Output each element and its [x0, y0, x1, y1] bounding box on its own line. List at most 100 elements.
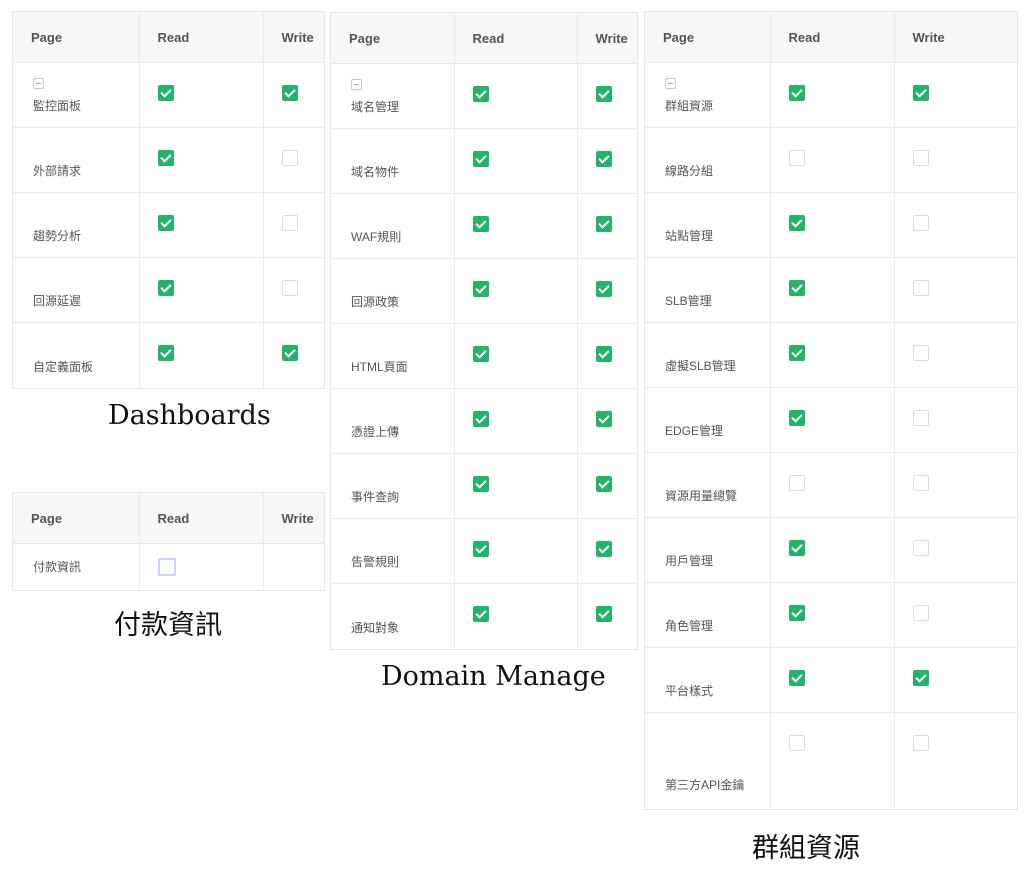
read-cell — [139, 127, 264, 193]
write-cell — [577, 518, 637, 584]
write-checkbox[interactable] — [595, 606, 612, 622]
read-checkbox[interactable] — [472, 151, 489, 167]
read-checkbox[interactable] — [472, 216, 489, 232]
collapse-icon[interactable] — [351, 79, 362, 90]
collapse-icon[interactable] — [33, 78, 44, 89]
page-cell: 域名管理 — [331, 63, 455, 129]
read-cell — [770, 387, 895, 453]
write-cell — [263, 544, 324, 590]
permission-row: 平台樣式 — [645, 647, 1017, 713]
read-cell — [139, 257, 264, 323]
permission-row: SLB管理 — [645, 257, 1017, 323]
write-checkbox[interactable] — [912, 540, 929, 556]
read-checkbox[interactable] — [472, 86, 489, 102]
read-checkbox[interactable] — [788, 540, 805, 556]
write-checkbox[interactable] — [281, 345, 298, 361]
read-checkbox[interactable] — [788, 670, 805, 686]
write-cell — [577, 584, 637, 649]
page-label: 角色管理 — [665, 619, 714, 633]
write-checkbox[interactable] — [912, 670, 929, 686]
write-checkbox[interactable] — [595, 216, 612, 232]
page-cell: 群組資源 — [645, 62, 771, 128]
page-column-header: Page — [331, 13, 455, 64]
write-cell — [577, 63, 637, 129]
read-column-header: Read — [454, 13, 578, 64]
page-label: 告警規則 — [351, 555, 400, 569]
write-cell — [894, 517, 1017, 583]
write-checkbox[interactable] — [912, 475, 929, 491]
write-checkbox[interactable] — [595, 476, 612, 492]
write-checkbox[interactable] — [281, 215, 298, 231]
write-checkbox[interactable] — [595, 346, 612, 362]
write-checkbox[interactable] — [595, 411, 612, 427]
page-cell: 自定義面板 — [13, 322, 140, 388]
permission-row: 外部請求 — [13, 127, 324, 193]
write-checkbox[interactable] — [912, 410, 929, 426]
write-checkbox[interactable] — [912, 150, 929, 166]
read-checkbox[interactable] — [788, 345, 805, 361]
write-checkbox[interactable] — [595, 86, 612, 102]
write-checkbox[interactable] — [912, 215, 929, 231]
write-cell — [263, 192, 324, 258]
page-column-header: Page — [13, 493, 140, 544]
permission-row: HTML頁面 — [331, 323, 637, 389]
permission-row: 域名管理 — [331, 63, 637, 129]
read-checkbox[interactable] — [788, 215, 805, 231]
read-checkbox[interactable] — [788, 280, 805, 296]
write-checkbox[interactable] — [595, 541, 612, 557]
permission-row: 第三方API金鑰 — [645, 712, 1017, 809]
page-label: 通知對象 — [351, 620, 400, 635]
read-cell — [770, 257, 895, 323]
read-checkbox[interactable] — [472, 281, 489, 297]
permission-row: 自定義面板 — [13, 322, 324, 388]
permission-row: 虛擬SLB管理 — [645, 322, 1017, 388]
write-checkbox[interactable] — [595, 281, 612, 297]
permission-row: 憑證上傳 — [331, 388, 637, 454]
write-cell — [577, 193, 637, 259]
read-checkbox[interactable] — [472, 541, 489, 557]
read-checkbox[interactable] — [472, 476, 489, 492]
read-column-header: Read — [139, 12, 264, 63]
read-checkbox[interactable] — [788, 150, 805, 166]
read-checkbox[interactable] — [472, 606, 489, 622]
write-checkbox[interactable] — [281, 280, 298, 296]
write-column-header: Write — [263, 12, 324, 63]
dashboards-permission-table: Page Read Write 監控面板 外部請求 趨勢分析 回源延遲 自定義面板 — [12, 11, 325, 389]
read-checkbox[interactable] — [788, 735, 805, 751]
write-checkbox[interactable] — [281, 85, 298, 101]
read-cell — [139, 192, 264, 258]
permission-row: 告警規則 — [331, 518, 637, 584]
write-checkbox[interactable] — [595, 151, 612, 167]
page-cell: EDGE管理 — [645, 387, 771, 453]
write-checkbox[interactable] — [912, 735, 929, 751]
read-checkbox[interactable] — [788, 475, 805, 491]
read-column-header: Read — [770, 12, 895, 63]
write-checkbox[interactable] — [912, 280, 929, 296]
read-checkbox[interactable] — [157, 280, 174, 296]
read-cell — [770, 322, 895, 388]
read-cell — [770, 62, 895, 128]
read-checkbox[interactable] — [788, 605, 805, 621]
read-checkbox[interactable] — [157, 85, 174, 101]
write-column-header: Write — [577, 13, 637, 64]
read-checkbox[interactable] — [472, 411, 489, 427]
write-checkbox[interactable] — [912, 605, 929, 621]
page-label: 回源政策 — [351, 295, 400, 309]
read-checkbox[interactable] — [788, 410, 805, 426]
read-checkbox[interactable] — [472, 346, 489, 362]
read-checkbox[interactable] — [157, 150, 174, 166]
page-label: 自定義面板 — [33, 359, 94, 374]
page-cell: 趨勢分析 — [13, 192, 140, 258]
read-checkbox[interactable] — [157, 345, 174, 361]
dashboards-caption: Dashboards — [108, 400, 271, 431]
permission-row: WAF規則 — [331, 193, 637, 259]
write-checkbox[interactable] — [912, 85, 929, 101]
write-checkbox[interactable] — [912, 345, 929, 361]
page-label: 監控面板 — [33, 99, 82, 113]
write-checkbox[interactable] — [281, 150, 298, 166]
collapse-icon[interactable] — [665, 78, 676, 89]
domain-manage-permission-table: Page Read Write 域名管理 域名物件 WAF規則 回源政策 HTML頁面憑… — [330, 12, 638, 650]
read-checkbox[interactable] — [788, 85, 805, 101]
read-checkbox[interactable] — [157, 558, 176, 576]
read-checkbox[interactable] — [157, 215, 174, 231]
